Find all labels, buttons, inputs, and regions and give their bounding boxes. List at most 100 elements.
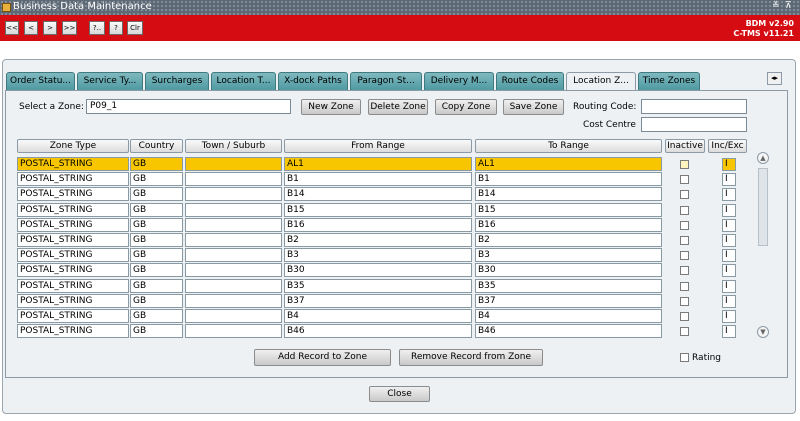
rating-checkbox[interactable] xyxy=(680,353,689,362)
copy-zone-button[interactable]: Copy Zone xyxy=(435,99,497,115)
cell-town-suburb[interactable] xyxy=(185,218,282,232)
cell-zone-type[interactable]: POSTAL_STRING xyxy=(17,263,129,277)
clear-button[interactable]: Clr xyxy=(127,21,143,35)
cell-town-suburb[interactable] xyxy=(185,172,282,186)
cell-from-range[interactable]: B3 xyxy=(284,248,472,262)
cell-zone-type[interactable]: POSTAL_STRING xyxy=(17,294,129,308)
cell-to-range[interactable]: B2 xyxy=(475,233,662,247)
cell-zone-type[interactable]: POSTAL_STRING xyxy=(17,157,129,171)
cell-country[interactable]: GB xyxy=(130,157,183,171)
cell-country[interactable]: GB xyxy=(130,279,183,293)
inc-exc-field[interactable]: I xyxy=(722,264,736,277)
tab-paragon-status[interactable]: Paragon St... xyxy=(350,72,422,90)
window-title-bar[interactable]: Business Data Maintenance ≚ ⊼ xyxy=(0,0,800,15)
cell-from-range[interactable]: B16 xyxy=(284,218,472,232)
cell-from-range[interactable]: B1 xyxy=(284,172,472,186)
cell-country[interactable]: GB xyxy=(130,203,183,217)
inactive-checkbox[interactable] xyxy=(680,221,689,230)
scroll-down-icon[interactable]: ▼ xyxy=(757,326,769,338)
inc-exc-field[interactable]: I xyxy=(722,234,736,247)
cell-to-range[interactable]: B15 xyxy=(475,203,662,217)
last-record-button[interactable]: >> xyxy=(62,21,77,35)
next-record-button[interactable]: > xyxy=(43,21,57,35)
col-inactive[interactable]: Inactive xyxy=(665,139,705,153)
query-button[interactable]: ?.. xyxy=(89,21,105,35)
inc-exc-field[interactable]: I xyxy=(722,280,736,293)
cell-town-suburb[interactable] xyxy=(185,248,282,262)
inc-exc-field[interactable]: I xyxy=(722,325,736,338)
cell-zone-type[interactable]: POSTAL_STRING xyxy=(17,218,129,232)
cell-to-range[interactable]: B1 xyxy=(475,172,662,186)
maximize-icon[interactable]: ⊼ xyxy=(785,1,792,11)
cell-to-range[interactable]: B3 xyxy=(475,248,662,262)
inactive-checkbox[interactable] xyxy=(680,206,689,215)
inactive-checkbox[interactable] xyxy=(680,251,689,260)
col-from-range[interactable]: From Range xyxy=(284,139,472,153)
cell-zone-type[interactable]: POSTAL_STRING xyxy=(17,324,129,338)
cell-town-suburb[interactable] xyxy=(185,279,282,293)
new-zone-button[interactable]: New Zone xyxy=(301,99,361,115)
cell-zone-type[interactable]: POSTAL_STRING xyxy=(17,279,129,293)
scroll-up-icon[interactable]: ▲ xyxy=(757,152,769,164)
inactive-checkbox[interactable] xyxy=(680,327,689,336)
routing-code-input[interactable] xyxy=(641,99,747,114)
cell-to-range[interactable]: B46 xyxy=(475,324,662,338)
tab-location-types[interactable]: Location T... xyxy=(211,72,276,90)
inactive-checkbox[interactable] xyxy=(680,160,689,169)
cell-town-suburb[interactable] xyxy=(185,157,282,171)
cost-centre-input[interactable] xyxy=(641,117,747,132)
cell-town-suburb[interactable] xyxy=(185,203,282,217)
inactive-checkbox[interactable] xyxy=(680,297,689,306)
inactive-checkbox[interactable] xyxy=(680,190,689,199)
scrollbar-thumb[interactable] xyxy=(758,168,768,246)
inactive-checkbox[interactable] xyxy=(680,266,689,275)
cell-zone-type[interactable]: POSTAL_STRING xyxy=(17,172,129,186)
inc-exc-field[interactable]: I xyxy=(722,188,736,201)
cell-town-suburb[interactable] xyxy=(185,187,282,201)
inactive-checkbox[interactable] xyxy=(680,175,689,184)
inactive-checkbox[interactable] xyxy=(680,312,689,321)
cell-to-range[interactable]: B35 xyxy=(475,279,662,293)
cell-from-range[interactable]: B4 xyxy=(284,309,472,323)
minimize-icon[interactable]: ≚ xyxy=(772,1,780,11)
cell-from-range[interactable]: B46 xyxy=(284,324,472,338)
cell-country[interactable]: GB xyxy=(130,294,183,308)
cell-to-range[interactable]: B37 xyxy=(475,294,662,308)
inc-exc-field[interactable]: I xyxy=(722,204,736,217)
delete-zone-button[interactable]: Delete Zone xyxy=(368,99,428,115)
tab-surcharges[interactable]: Surcharges xyxy=(145,72,209,90)
inc-exc-field[interactable]: I xyxy=(722,249,736,262)
col-town-suburb[interactable]: Town / Suburb xyxy=(185,139,282,153)
grid-scrollbar[interactable]: ▲ ▼ xyxy=(757,152,769,338)
tab-service-types[interactable]: Service Ty... xyxy=(77,72,143,90)
cell-town-suburb[interactable] xyxy=(185,294,282,308)
cell-zone-type[interactable]: POSTAL_STRING xyxy=(17,203,129,217)
cell-to-range[interactable]: B4 xyxy=(475,309,662,323)
cell-town-suburb[interactable] xyxy=(185,233,282,247)
inc-exc-field[interactable]: I xyxy=(722,310,736,323)
cell-from-range[interactable]: B15 xyxy=(284,203,472,217)
cell-from-range[interactable]: B2 xyxy=(284,233,472,247)
tab-time-zones[interactable]: Time Zones xyxy=(638,72,700,90)
inc-exc-field[interactable]: I xyxy=(722,219,736,232)
tab-route-codes[interactable]: Route Codes xyxy=(496,72,564,90)
inactive-checkbox[interactable] xyxy=(680,236,689,245)
cell-town-suburb[interactable] xyxy=(185,324,282,338)
inc-exc-field[interactable]: I xyxy=(722,158,736,171)
cell-to-range[interactable]: AL1 xyxy=(475,157,662,171)
remove-record-button[interactable]: Remove Record from Zone xyxy=(399,349,543,366)
select-zone-input[interactable]: P09_1 xyxy=(86,99,291,114)
first-record-button[interactable]: << xyxy=(5,21,19,35)
save-zone-button[interactable]: Save Zone xyxy=(503,99,564,115)
cell-town-suburb[interactable] xyxy=(185,309,282,323)
col-to-range[interactable]: To Range xyxy=(475,139,662,153)
cell-country[interactable]: GB xyxy=(130,172,183,186)
close-button[interactable]: Close xyxy=(369,386,430,402)
cell-country[interactable]: GB xyxy=(130,248,183,262)
inc-exc-field[interactable]: I xyxy=(722,295,736,308)
cell-from-range[interactable]: B14 xyxy=(284,187,472,201)
cell-zone-type[interactable]: POSTAL_STRING xyxy=(17,233,129,247)
cell-country[interactable]: GB xyxy=(130,324,183,338)
cell-to-range[interactable]: B14 xyxy=(475,187,662,201)
cell-country[interactable]: GB xyxy=(130,309,183,323)
